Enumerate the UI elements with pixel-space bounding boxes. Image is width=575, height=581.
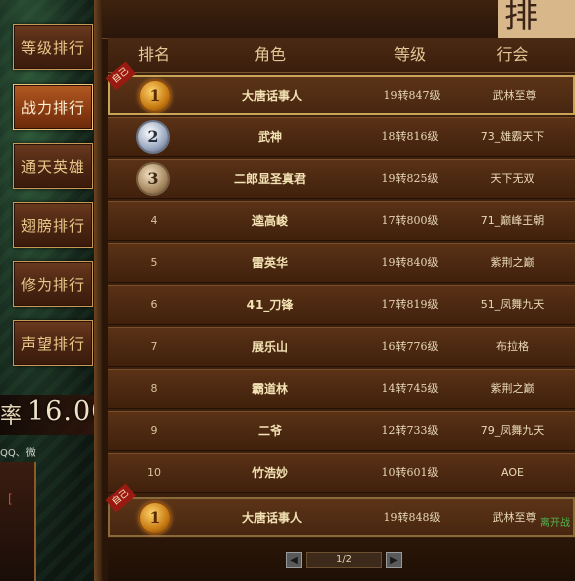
row-name: 逵高峻 <box>251 214 288 228</box>
row-name: 41_刀锋 <box>246 298 294 312</box>
chevron-left-icon: ◀ <box>290 555 298 566</box>
col-role: 角色 <box>253 45 286 64</box>
bronze-medal-icon: 3 <box>138 164 168 194</box>
tab-level-ranking[interactable]: 等级排行 <box>13 24 93 70</box>
row-guild: 71_巅峰王朝 <box>480 214 545 227</box>
row-name: 大唐话事人 <box>241 511 302 525</box>
table-row-5[interactable]: 5 雷英华 19转840级 紫荆之巅 <box>108 243 575 283</box>
table-row-1[interactable]: 自己 1 大唐话事人 19转847级 武林至尊 <box>105 61 575 115</box>
table-row-9[interactable]: 9 二爷 12转733级 79_凤舞九天 <box>108 411 575 451</box>
row-name: 二郎显圣真君 <box>233 172 306 186</box>
table-row-10[interactable]: 10 竹浩妙 10转601级 AOE <box>108 453 575 493</box>
row-guild: 51_凤舞九天 <box>480 298 545 311</box>
row-guild: 紫荆之巅 <box>490 382 535 395</box>
page-indicator: 1/2 <box>306 552 382 568</box>
row-rank: 5 <box>150 256 158 269</box>
row-guild: 79_凤舞九天 <box>480 424 545 437</box>
tab-label: 通天英雄 <box>20 158 85 176</box>
table-row-8[interactable]: 8 霸道林 14转745级 紫荆之巅 <box>108 369 575 409</box>
row-guild: 73_雄霸天下 <box>480 130 545 143</box>
row-guild: 布拉格 <box>496 340 529 353</box>
table-row-4[interactable]: 4 逵高峻 17转800级 71_巅峰王朝 <box>108 201 575 241</box>
bottom-left-panel: [ <box>0 462 36 581</box>
row-name: 二爷 <box>257 424 282 438</box>
own-row-extra: 离开战 <box>540 518 570 529</box>
row-rank: 7 <box>150 340 158 353</box>
table-row-6[interactable]: 6 41_刀锋 17转819级 51_凤舞九天 <box>108 285 575 325</box>
table-row-2[interactable]: 2 武神 18转816级 73_雄霸天下 <box>108 117 575 157</box>
row-name: 展乐山 <box>251 340 288 354</box>
row-name: 大唐话事人 <box>241 89 302 103</box>
chat-snippet: QQ、微 <box>0 448 36 459</box>
table-row-7[interactable]: 7 展乐山 16转776级 布拉格 <box>108 327 575 367</box>
row-rank: 9 <box>150 424 158 437</box>
tab-prestige-ranking[interactable]: 声望排行 <box>13 320 93 366</box>
gold-medal-icon: 1 <box>140 81 170 111</box>
tab-cultivation-ranking[interactable]: 修为排行 <box>13 261 93 307</box>
rate-label: 率 <box>0 404 23 429</box>
row-rank: 8 <box>150 382 158 395</box>
bracket-icon: [ <box>8 492 13 506</box>
table-header: 排名 角色 等级 行会 <box>108 38 575 73</box>
row-name: 雷英华 <box>251 256 288 270</box>
row-guild: 武林至尊 <box>492 89 537 102</box>
row-rank: 4 <box>150 214 158 227</box>
silver-medal-icon: 2 <box>138 122 168 152</box>
own-rank-row[interactable]: 自己 1 大唐话事人 19转848级 武林至尊 <box>105 483 575 537</box>
tab-heaven-hero[interactable]: 通天英雄 <box>13 143 93 189</box>
next-page-button[interactable]: ▶ <box>386 552 402 568</box>
gold-medal-icon: 1 <box>140 503 170 533</box>
tab-label: 战力排行 <box>20 99 85 117</box>
row-guild: 天下无双 <box>490 172 535 185</box>
row-rank: 6 <box>150 298 158 311</box>
row-guild: 紫荆之巅 <box>490 256 535 269</box>
panel-frame <box>94 0 102 581</box>
prev-page-button[interactable]: ◀ <box>286 552 302 568</box>
tab-combat-power-ranking[interactable]: 战力排行 <box>13 84 93 130</box>
row-name: 竹浩妙 <box>251 466 288 480</box>
tab-label: 修为排行 <box>20 276 85 294</box>
tab-label: 声望排行 <box>20 335 85 353</box>
table-row-3[interactable]: 3 二郎显圣真君 19转825级 天下无双 <box>108 159 575 199</box>
tab-label: 翅膀排行 <box>20 217 85 235</box>
chevron-right-icon: ▶ <box>390 555 398 566</box>
tab-label: 等级排行 <box>20 39 85 57</box>
row-name: 武神 <box>257 130 282 144</box>
row-name: 霸道林 <box>251 382 288 396</box>
tab-wings-ranking[interactable]: 翅膀排行 <box>13 202 93 248</box>
row-guild: AOE <box>501 466 524 479</box>
col-guild: 行会 <box>496 45 529 64</box>
